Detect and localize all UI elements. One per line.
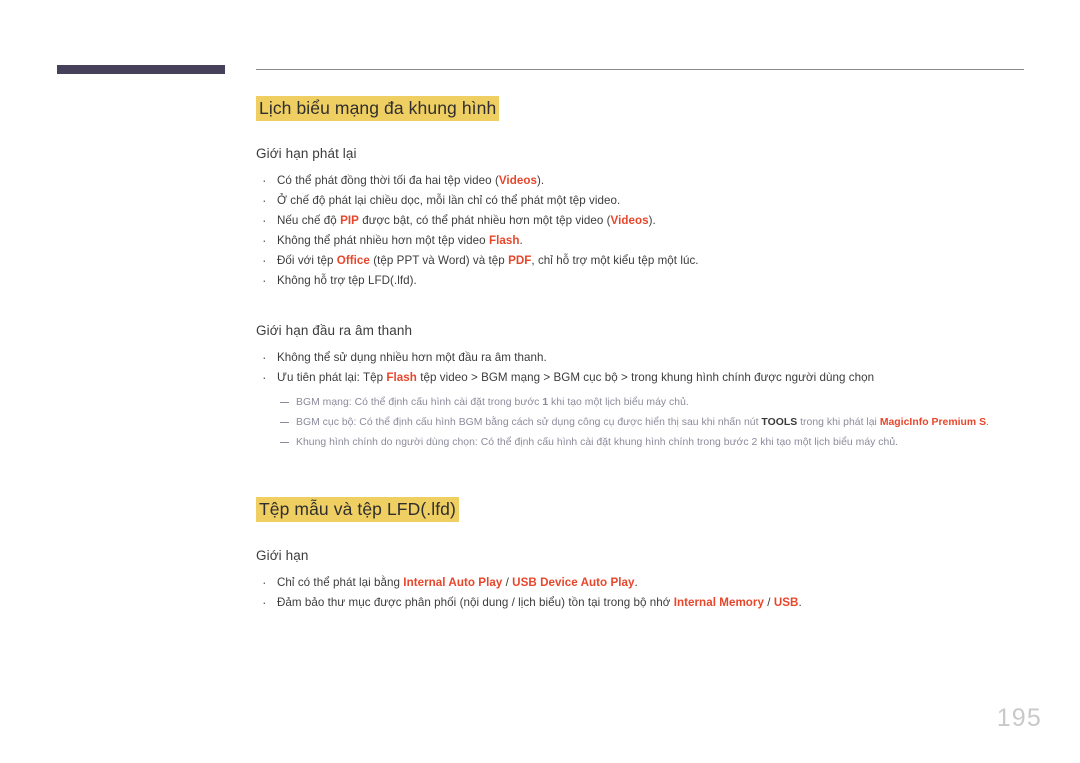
text-run: / [502, 575, 513, 589]
header-divider-rule [256, 69, 1024, 70]
dash-marker-icon [280, 401, 289, 403]
text-run: khi tạo một lịch biểu máy chủ. [548, 396, 689, 408]
text-run: . [634, 575, 638, 589]
bullet-item: Không hỗ trợ tệp LFD(.lfd). [256, 270, 1046, 291]
bullet-item: Không thể sử dụng nhiều hơn một đầu ra â… [256, 347, 1046, 368]
bullet-item: Có thể phát đồng thời tối đa hai tệp vid… [256, 170, 1046, 191]
text-run: Internal Memory [673, 595, 764, 609]
dash-marker-icon [280, 421, 289, 423]
subheading-audio-output-limitations: Giới hạn đầu ra âm thanh [256, 322, 413, 338]
text-run: Chỉ có thể phát lại bằng [277, 575, 404, 589]
text-run: USB Device Auto Play [512, 575, 635, 589]
text-run: . [519, 233, 523, 247]
text-run: TOOLS [761, 416, 798, 428]
text-run: Đối với tệp [277, 253, 337, 267]
text-run: Flash [488, 233, 520, 247]
page-header [0, 0, 1080, 90]
bullet-item: Chỉ có thể phát lại bằng Internal Auto P… [256, 572, 1046, 593]
bullet-item: Không thể phát nhiều hơn một tệp video F… [256, 230, 1046, 251]
page-number: 195 [996, 704, 1042, 732]
text-run: . [986, 416, 989, 428]
section-heading-network-multiframe-schedule: Lịch biểu mạng đa khung hình [256, 96, 1046, 121]
text-run: PIP [340, 213, 359, 227]
bullet-item: Ở chế độ phát lại chiều dọc, mỗi lần chỉ… [256, 190, 1046, 211]
text-run: MagicInfo Premium S [879, 416, 987, 428]
text-run: PDF [508, 253, 532, 267]
text-run: Videos [498, 173, 537, 187]
bullet-list-playback-limitations: Có thể phát đồng thời tối đa hai tệp vid… [256, 170, 1046, 291]
text-run: Videos [610, 213, 649, 227]
text-run: Ở chế độ phát lại chiều dọc, mỗi lần chỉ… [277, 193, 621, 207]
text-run: ). [536, 173, 545, 187]
section-heading-highlight: Tệp mẫu và tệp LFD(.lfd) [256, 496, 459, 522]
text-run: được bật, có thể phát nhiều hơn một tệp … [358, 213, 611, 227]
text-run: Không thể phát nhiều hơn một tệp video [277, 233, 489, 247]
dash-marker-icon [280, 441, 289, 443]
bullet-item: Đảm bảo thư mục được phân phối (nội dung… [256, 592, 1046, 613]
text-run: trong khi phát lại [797, 416, 880, 428]
text-run: Nếu chế độ [277, 213, 341, 227]
bullet-item: Ưu tiên phát lại: Tệp Flash tệp video > … [256, 367, 1046, 388]
note-item: BGM cục bộ: Có thể định cấu hình BGM bằn… [256, 413, 1046, 433]
section-heading-template-and-lfd-file: Tệp mẫu và tệp LFD(.lfd) [256, 496, 1046, 522]
note-item: Khung hình chính do người dùng chọn: Có … [256, 433, 1046, 453]
text-run: Đảm bảo thư mục được phân phối (nội dung… [277, 595, 674, 609]
text-run: tệp video > BGM mạng > BGM cục bộ > tron… [416, 370, 875, 384]
text-run: BGM mạng: Có thể định cấu hình cài đặt t… [296, 396, 543, 408]
text-run: BGM cục bộ: Có thể định cấu hình BGM bằn… [296, 416, 762, 428]
header-accent-bar [57, 65, 225, 74]
text-run: (tệp PPT và Word) và tệp [369, 253, 509, 267]
bullet-item: Đối với tệp Office (tệp PPT và Word) và … [256, 250, 1046, 271]
document-content: Lịch biểu mạng đa khung hình Giới hạn ph… [256, 90, 1046, 613]
text-run: Internal Auto Play [403, 575, 503, 589]
text-run: Flash [386, 370, 417, 384]
text-run: ). [648, 213, 656, 227]
note-item: BGM mạng: Có thể định cấu hình cài đặt t… [256, 393, 1046, 413]
text-run: USB [773, 595, 799, 609]
text-run: / [764, 595, 774, 609]
bullet-item: Nếu chế độ PIP được bật, có thể phát nhi… [256, 210, 1046, 231]
subheading-playback-limitations: Giới hạn phát lại [256, 145, 357, 161]
bullet-list-limitations: Chỉ có thể phát lại bằng Internal Auto P… [256, 572, 1046, 613]
text-run: Không hỗ trợ tệp LFD(.lfd). [277, 273, 417, 287]
subheading-limitations: Giới hạn [256, 547, 309, 563]
text-run: . [798, 595, 802, 609]
text-run: Có thể phát đồng thời tối đa hai tệp vid… [277, 173, 499, 187]
text-run: , chỉ hỗ trợ một kiểu tệp một lúc. [531, 253, 699, 267]
note-list-audio-output: BGM mạng: Có thể định cấu hình cài đặt t… [256, 393, 1046, 453]
text-run: Office [336, 253, 370, 267]
text-run: Khung hình chính do người dùng chọn: Có … [296, 436, 899, 448]
bullet-list-audio-output-limitations: Không thể sử dụng nhiều hơn một đầu ra â… [256, 347, 1046, 388]
text-run: Không thể sử dụng nhiều hơn một đầu ra â… [277, 350, 547, 364]
text-run: Ưu tiên phát lại: Tệp [277, 370, 387, 384]
section-heading-highlight: Lịch biểu mạng đa khung hình [256, 96, 500, 121]
